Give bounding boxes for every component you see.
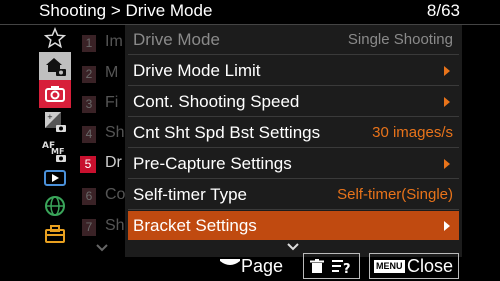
close-button[interactable]: MENU Close	[369, 253, 459, 279]
menu-item-label: Self-timer Type	[133, 185, 248, 204]
menu-item-bracket-settings[interactable]: Bracket Settings	[128, 211, 459, 240]
af-mf-icon: AFMF	[42, 141, 66, 162]
star-icon	[44, 27, 66, 49]
bg-item-text: Sh	[105, 124, 125, 141]
bg-item-text: Dr	[105, 154, 122, 171]
menu-item-cont-shooting-speed[interactable]: Cont. Shooting Speed	[128, 87, 459, 117]
scroll-down-icon[interactable]	[287, 243, 299, 251]
camera-icon	[45, 86, 65, 102]
tab-focus[interactable]: AF MF	[39, 136, 71, 164]
svg-text:?: ?	[343, 262, 351, 275]
bg-item-text: Fi	[105, 94, 119, 111]
menu-item-value: Self-timer(Single)	[337, 186, 453, 203]
header-bar: Shooting > Drive Mode 8/63	[0, 0, 500, 25]
svg-text:+: +	[47, 113, 53, 121]
page-indicator: 8/63	[426, 1, 460, 20]
tab-exposure[interactable]: +	[39, 108, 71, 136]
menu-item-pre-capture[interactable]: Pre-Capture Settings	[128, 149, 459, 179]
delete-help-button[interactable]: ?	[303, 253, 360, 279]
close-label: Close	[407, 256, 454, 276]
tab-playback[interactable]	[39, 164, 71, 192]
menu-item-cnt-sht-spd-bst[interactable]: Cnt Sht Spd Bst Settings 30 images/s	[128, 118, 459, 148]
bg-item-number: 1	[82, 35, 96, 52]
drive-mode-submenu: Drive Mode Single Shooting Drive Mode Li…	[125, 25, 462, 257]
category-tabs: + AF MF	[39, 24, 71, 248]
bg-item-number: 2	[82, 66, 96, 83]
toolbox-icon	[45, 225, 65, 243]
home-camera-icon	[46, 58, 66, 76]
menu-item-self-timer-type[interactable]: Self-timer Type Self-timer(Single)	[128, 180, 459, 210]
chevron-right-icon	[444, 97, 450, 107]
menu-item-label: Pre-Capture Settings	[133, 154, 292, 173]
menu-key-icon: MENU	[374, 260, 405, 273]
bg-item-text: Im	[105, 33, 123, 50]
tab-main[interactable]	[39, 52, 71, 80]
bg-item-number: 3	[82, 96, 96, 113]
menu-item-drive-mode-limit[interactable]: Drive Mode Limit	[128, 56, 459, 86]
tab-my-menu[interactable]	[39, 24, 71, 52]
bg-item-number: 6	[82, 188, 96, 205]
bg-item-number: 7	[82, 219, 96, 236]
page-hint: Page	[241, 256, 284, 276]
chevron-right-icon	[444, 66, 450, 76]
menu-item-label: Cnt Sht Spd Bst Settings	[133, 123, 321, 142]
bg-item-text: Sh	[105, 217, 125, 234]
bg-item-number-active: 5	[80, 156, 96, 173]
menu-item-label: Drive Mode Limit	[133, 61, 261, 80]
menu-item-label: Cont. Shooting Speed	[133, 92, 300, 111]
tab-setup[interactable]	[39, 220, 71, 248]
breadcrumb: Shooting > Drive Mode	[39, 1, 213, 20]
help-icon: ?	[332, 260, 351, 275]
exposure-icon: +	[45, 112, 66, 132]
bg-item-text: M	[105, 64, 119, 81]
tab-network[interactable]	[39, 192, 71, 220]
bg-item-number: 4	[82, 126, 96, 143]
playback-icon	[44, 170, 66, 186]
chevron-right-icon	[444, 159, 450, 169]
menu-item-value: 30 images/s	[372, 124, 453, 141]
bg-item-text: Co	[105, 186, 126, 203]
menu-item-drive-mode[interactable]: Drive Mode Single Shooting	[128, 25, 459, 55]
trash-icon	[310, 259, 324, 273]
tab-shooting[interactable]	[39, 80, 71, 108]
menu-item-label: Drive Mode	[133, 30, 220, 49]
menu-item-label: Bracket Settings	[133, 216, 257, 235]
chevron-right-icon	[444, 221, 450, 231]
menu-item-value: Single Shooting	[347, 31, 453, 48]
dial-icon	[220, 259, 240, 265]
svg-text:MF: MF	[51, 147, 64, 156]
network-icon	[45, 196, 65, 216]
chevron-down-icon	[96, 244, 108, 252]
